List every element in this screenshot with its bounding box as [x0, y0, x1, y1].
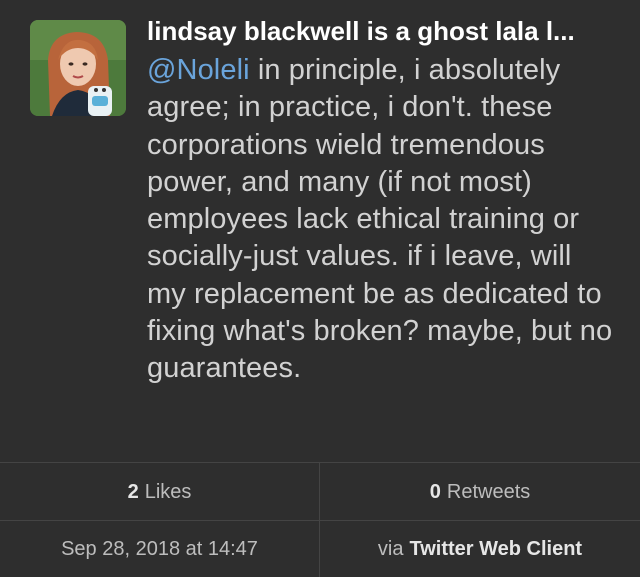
avatar-image	[30, 20, 126, 116]
likes-count: 2	[127, 480, 139, 503]
client-info[interactable]: via Twitter Web Client	[320, 521, 640, 577]
tweet-text: @Noleli in principle, i absolutely agree…	[147, 52, 617, 388]
tweet-meta: Sep 28, 2018 at 14:47 via Twitter Web Cl…	[0, 520, 640, 577]
tweet-stats: 2 Likes 0 Retweets	[0, 462, 640, 521]
avatar[interactable]	[30, 20, 126, 116]
tweet-text-body: in principle, i absolutely agree; in pra…	[147, 54, 613, 385]
client-name[interactable]: Twitter Web Client	[409, 538, 582, 561]
retweets-label: Retweets	[446, 480, 531, 503]
retweets-count: 0	[429, 480, 441, 503]
likes-button[interactable]: 2 Likes	[0, 463, 320, 521]
via-label: via	[377, 537, 404, 560]
timestamp-text: Sep 28, 2018 at 14:47	[61, 537, 258, 560]
timestamp: Sep 28, 2018 at 14:47	[0, 521, 320, 577]
retweets-button[interactable]: 0 Retweets	[320, 463, 640, 521]
tweet[interactable]: lindsay blackwell is a ghost lala l... @…	[0, 0, 640, 462]
likes-label: Likes	[144, 480, 192, 503]
mention-link[interactable]: @Noleli	[147, 54, 250, 86]
author-name[interactable]: lindsay blackwell is a ghost lala l...	[147, 14, 617, 48]
